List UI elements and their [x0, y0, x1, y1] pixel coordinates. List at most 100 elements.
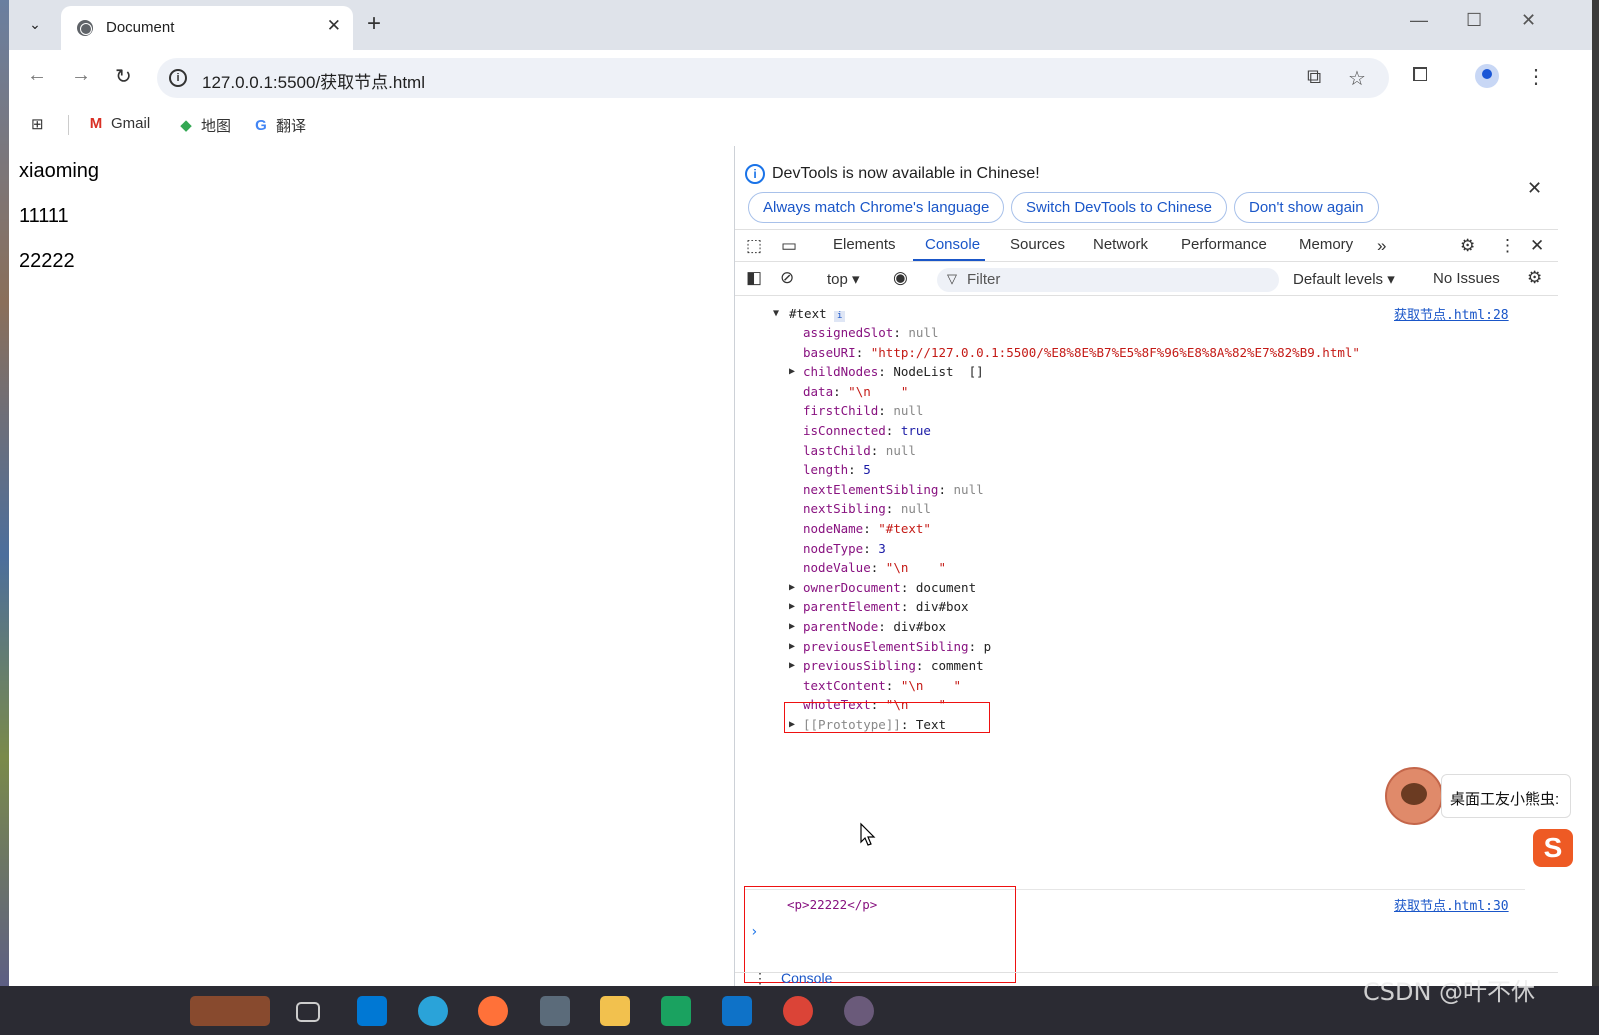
property-key: childNodes [803, 364, 879, 379]
bookmark-translate[interactable]: G 翻译 [252, 115, 306, 136]
extensions-icon[interactable]: ⧠ [1412, 64, 1428, 87]
more-tabs-icon[interactable]: » [1377, 236, 1386, 256]
browser-tab[interactable]: Document ✕ [61, 6, 353, 50]
context-selector[interactable]: top ▾ [827, 270, 860, 288]
drawer-menu-icon[interactable]: ⋮ [753, 970, 767, 987]
chrome-icon[interactable] [783, 996, 813, 1026]
source-link[interactable]: 获取节点.html:28 [1394, 304, 1509, 323]
live-expression-eye-icon[interactable]: ◉ [893, 268, 908, 288]
source-link[interactable]: 获取节点.html:30 [1394, 895, 1509, 914]
drawer-tab-console[interactable]: Console [781, 970, 832, 986]
devtools-menu-icon[interactable]: ⋮ [1499, 236, 1516, 256]
tab-network[interactable]: Network [1093, 236, 1148, 253]
menu-kebab-icon[interactable]: ⋮ [1526, 64, 1546, 89]
bookmark-gmail[interactable]: M Gmail [87, 115, 150, 132]
bookmark-maps[interactable]: ◆ 地图 [177, 115, 231, 136]
apps-grid-icon[interactable]: ⊞ [31, 115, 44, 133]
tab-close-icon[interactable]: ✕ [327, 16, 341, 36]
maps-icon: ◆ [180, 116, 192, 134]
property-row: nodeName: "#text" [803, 521, 931, 536]
mail-app-icon[interactable] [357, 996, 387, 1026]
tab-console[interactable]: Console [925, 236, 980, 253]
property-row[interactable]: parentNode: div#box [803, 619, 946, 634]
back-button[interactable]: ← [27, 64, 47, 87]
watermark: CSDN @叶不休 [1363, 978, 1536, 1006]
property-key: nodeValue [803, 560, 871, 575]
firefox-icon[interactable] [478, 996, 508, 1026]
tab-sources[interactable]: Sources [1010, 236, 1065, 253]
property-row[interactable]: childNodes: NodeList [] [803, 364, 984, 379]
property-row[interactable]: parentElement: div#box [803, 599, 969, 614]
expand-triangle-icon[interactable]: ▶ [789, 601, 795, 612]
property-row: nextElementSibling: null [803, 482, 984, 497]
tab-search-button[interactable]: ⌄ [21, 10, 49, 38]
clear-console-icon[interactable]: ⊘ [780, 268, 794, 288]
property-key: textContent [803, 678, 886, 693]
minimize-button[interactable]: — [1410, 10, 1428, 31]
property-key: nextSibling [803, 501, 886, 516]
annotation-box-nodevalue [784, 702, 990, 733]
property-row[interactable]: previousElementSibling: p [803, 639, 991, 654]
devtools-close-icon[interactable]: ✕ [1530, 236, 1544, 256]
address-bar[interactable]: i 127.0.0.1:5500/获取节点.html ⧉ ☆ [157, 58, 1389, 98]
console-entry-header[interactable]: #text i [789, 306, 846, 322]
console-output: ▼ #text i 获取节点.html:28 assignedSlot: nul… [735, 296, 1558, 986]
settings-gear-icon[interactable]: ⚙ [1460, 236, 1475, 256]
inspect-element-icon[interactable]: ⬚ [746, 236, 762, 256]
property-key: nodeName [803, 521, 864, 536]
translate-page-icon[interactable]: ⧉ [1307, 66, 1321, 89]
site-info-icon[interactable]: i [169, 69, 187, 87]
taskbar-widget[interactable] [190, 996, 270, 1026]
property-value: null [885, 443, 916, 458]
forward-button[interactable]: → [71, 64, 91, 87]
expand-triangle-icon[interactable]: ▶ [789, 641, 795, 652]
property-row[interactable]: previousSibling: comment [803, 658, 984, 673]
expand-triangle-icon[interactable]: ▶ [789, 621, 795, 632]
annotation-box-output [744, 886, 1016, 983]
switch-to-chinese-button[interactable]: Switch DevTools to Chinese [1011, 192, 1227, 223]
gmail-icon: M [89, 114, 103, 132]
console-filter-bar: ◧ ⊘ top ▾ ◉ ▽ Filter Default levels ▾ No… [735, 262, 1558, 296]
close-window-button[interactable]: ✕ [1521, 10, 1536, 31]
property-value: "\n " [885, 560, 947, 575]
app-icon[interactable] [661, 996, 691, 1026]
context-label: top [827, 271, 848, 288]
device-toolbar-icon[interactable]: ▭ [781, 236, 797, 256]
bookmarks-bar: ⊞ M Gmail ◆ 地图 G 翻译 [9, 104, 1592, 146]
tab-elements[interactable]: Elements [833, 236, 896, 253]
edge-browser-icon[interactable] [418, 996, 448, 1026]
expand-triangle-icon[interactable]: ▶ [789, 582, 795, 593]
property-row[interactable]: ownerDocument: document [803, 580, 976, 595]
log-levels-dropdown[interactable]: Default levels ▾ [1293, 270, 1395, 288]
assistant-label[interactable]: 桌面工友小熊虫: [1441, 774, 1571, 818]
bookmark-label: 翻译 [276, 118, 307, 135]
property-key: ownerDocument [803, 580, 901, 595]
game-icon[interactable] [844, 996, 874, 1026]
tab-strip: ⌄ Document ✕ + — ☐ ✕ [9, 0, 1592, 50]
input-method-icon[interactable]: S [1533, 829, 1573, 867]
infobar-close-icon[interactable]: ✕ [1527, 178, 1542, 199]
issues-counter[interactable]: No Issues [1433, 270, 1500, 287]
new-tab-button[interactable]: + [367, 10, 381, 38]
task-view-icon[interactable] [296, 1002, 320, 1022]
tab-performance[interactable]: Performance [1181, 236, 1267, 253]
maximize-button[interactable]: ☐ [1466, 10, 1482, 31]
filter-input[interactable]: ▽ Filter [937, 268, 1279, 292]
expand-triangle-icon[interactable]: ▶ [789, 660, 795, 671]
dont-show-again-button[interactable]: Don't show again [1234, 192, 1379, 223]
collapse-triangle-icon[interactable]: ▼ [773, 308, 779, 319]
match-language-button[interactable]: Always match Chrome's language [748, 192, 1005, 223]
tab-memory[interactable]: Memory [1299, 236, 1353, 253]
vscode-icon[interactable] [722, 996, 752, 1026]
bookmark-star-icon[interactable]: ☆ [1348, 66, 1366, 91]
property-row: length: 5 [803, 462, 871, 477]
property-row: isConnected: true [803, 423, 931, 438]
calculator-icon[interactable] [540, 996, 570, 1026]
assistant-avatar[interactable] [1385, 767, 1443, 825]
sidebar-toggle-icon[interactable]: ◧ [746, 268, 762, 288]
console-settings-icon[interactable]: ⚙ [1527, 268, 1542, 288]
file-explorer-icon[interactable] [600, 996, 630, 1026]
reload-button[interactable]: ↻ [115, 64, 132, 89]
expand-triangle-icon[interactable]: ▶ [789, 366, 795, 377]
profile-avatar[interactable] [1475, 64, 1499, 88]
